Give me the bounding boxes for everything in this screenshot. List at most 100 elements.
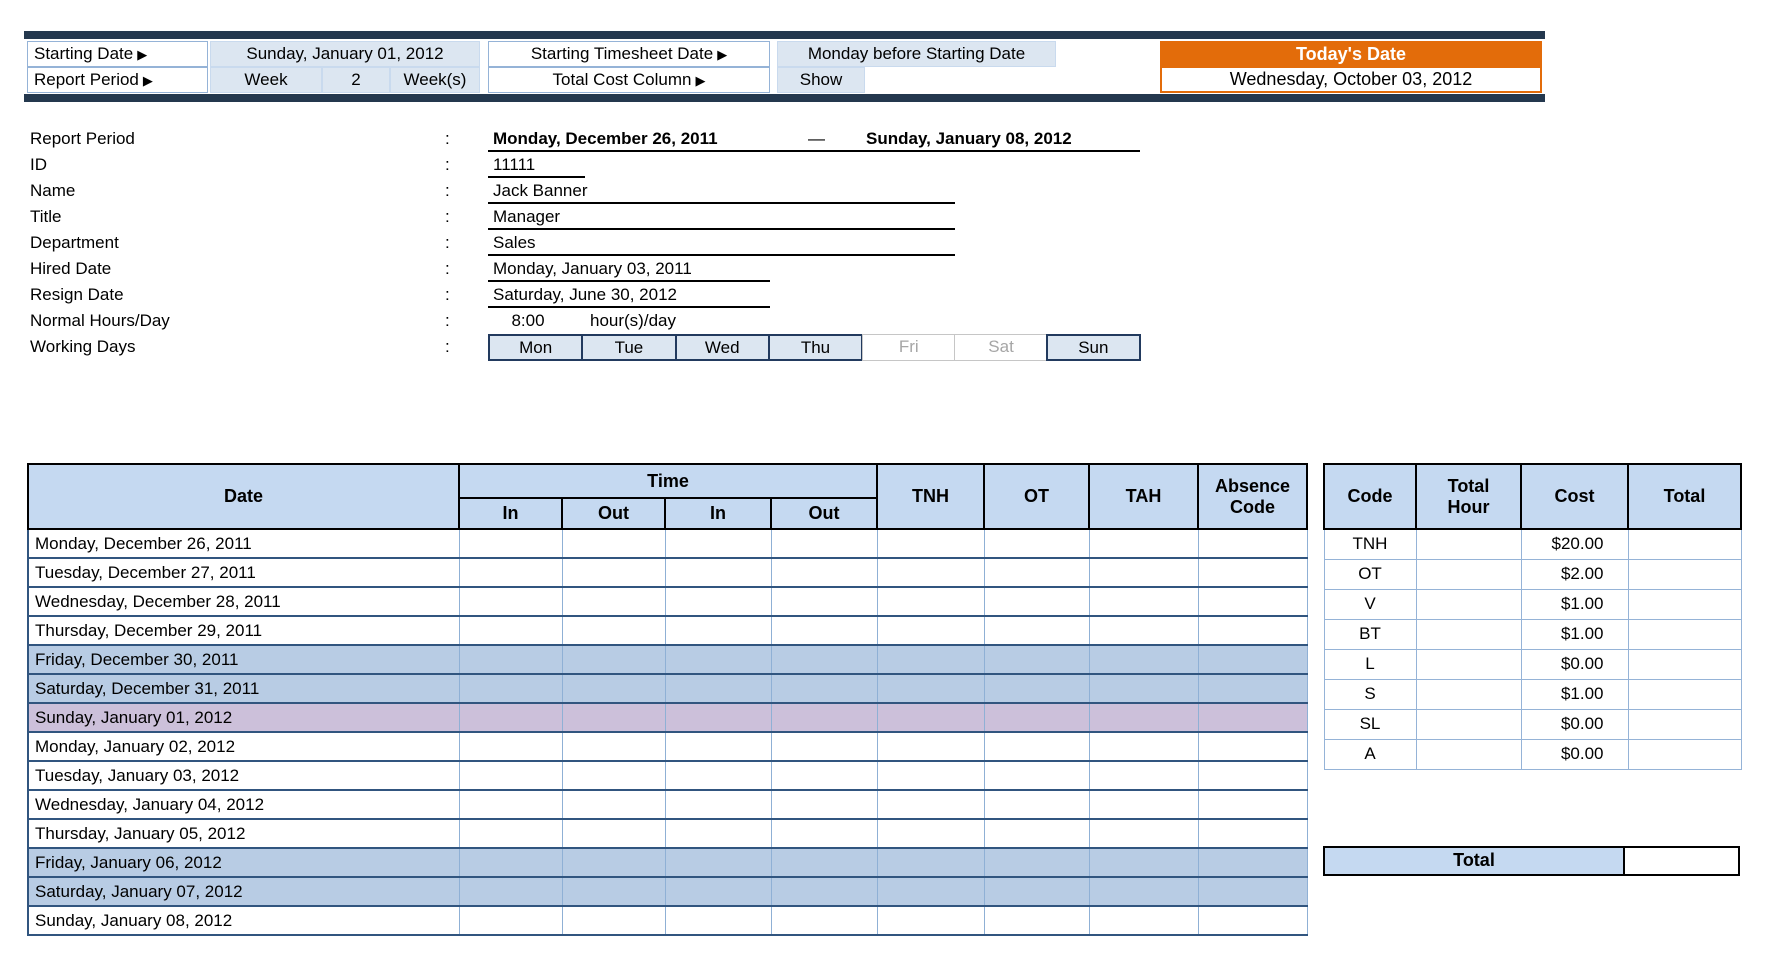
time-in2-cell[interactable] bbox=[665, 616, 772, 646]
working-day-wed[interactable]: Wed bbox=[674, 334, 770, 361]
absence-code-cell[interactable] bbox=[1198, 674, 1308, 704]
time-out1-cell[interactable] bbox=[562, 819, 666, 849]
name-field[interactable]: Jack Banner bbox=[488, 178, 955, 204]
cost-cell[interactable]: $2.00 bbox=[1521, 559, 1629, 590]
title-field[interactable]: Manager bbox=[488, 204, 955, 230]
time-out1-cell[interactable] bbox=[562, 703, 666, 733]
time-in1-cell[interactable] bbox=[459, 790, 563, 820]
time-out1-cell[interactable] bbox=[562, 616, 666, 646]
absence-code-cell[interactable] bbox=[1198, 616, 1308, 646]
working-day-thu[interactable]: Thu bbox=[767, 334, 864, 361]
time-out1-cell[interactable] bbox=[562, 732, 666, 762]
department-field[interactable]: Sales bbox=[488, 230, 955, 256]
time-out2-cell[interactable] bbox=[771, 790, 878, 820]
time-in2-cell[interactable] bbox=[665, 645, 772, 675]
time-out2-cell[interactable] bbox=[771, 819, 878, 849]
time-out1-cell[interactable] bbox=[562, 587, 666, 617]
time-in1-cell[interactable] bbox=[459, 819, 563, 849]
time-in2-cell[interactable] bbox=[665, 877, 772, 907]
total-cost-column-value-cell[interactable]: Show bbox=[777, 67, 865, 93]
time-out1-cell[interactable] bbox=[562, 674, 666, 704]
time-in1-cell[interactable] bbox=[459, 645, 563, 675]
absence-code-cell[interactable] bbox=[1198, 761, 1308, 791]
time-in2-cell[interactable] bbox=[665, 790, 772, 820]
time-out1-cell[interactable] bbox=[562, 645, 666, 675]
absence-code-cell[interactable] bbox=[1198, 587, 1308, 617]
time-in1-cell[interactable] bbox=[459, 848, 563, 878]
cost-cell[interactable]: $1.00 bbox=[1521, 619, 1629, 650]
time-in1-cell[interactable] bbox=[459, 703, 563, 733]
triangle-right-icon: ▶ bbox=[137, 47, 148, 62]
cost-cell[interactable]: $0.00 bbox=[1521, 709, 1629, 740]
time-out1-cell[interactable] bbox=[562, 790, 666, 820]
cost-cell[interactable]: $1.00 bbox=[1521, 589, 1629, 620]
absence-code-cell[interactable] bbox=[1198, 529, 1308, 559]
time-in1-cell[interactable] bbox=[459, 616, 563, 646]
time-out1-cell[interactable] bbox=[562, 848, 666, 878]
time-out2-cell[interactable] bbox=[771, 529, 878, 559]
time-in1-cell[interactable] bbox=[459, 732, 563, 762]
time-out2-cell[interactable] bbox=[771, 906, 878, 936]
working-day-sat[interactable]: Sat bbox=[954, 334, 1048, 361]
time-out2-cell[interactable] bbox=[771, 558, 878, 588]
time-out1-cell[interactable] bbox=[562, 877, 666, 907]
time-out1-cell[interactable] bbox=[562, 761, 666, 791]
time-in1-cell[interactable] bbox=[459, 674, 563, 704]
time-out2-cell[interactable] bbox=[771, 761, 878, 791]
id-field[interactable]: 11111 bbox=[488, 152, 585, 178]
time-in2-cell[interactable] bbox=[665, 703, 772, 733]
working-day-sun[interactable]: Sun bbox=[1045, 334, 1141, 361]
time-out2-cell[interactable] bbox=[771, 587, 878, 617]
time-out1-cell[interactable] bbox=[562, 529, 666, 559]
hired-date-field[interactable]: Monday, January 03, 2011 bbox=[488, 256, 770, 282]
working-day-fri[interactable]: Fri bbox=[862, 334, 956, 361]
time-out2-cell[interactable] bbox=[771, 732, 878, 762]
absence-code-cell[interactable] bbox=[1198, 790, 1308, 820]
timesheet-row: Tuesday, December 27, 2011 bbox=[27, 558, 1308, 588]
time-in1-cell[interactable] bbox=[459, 877, 563, 907]
time-in1-cell[interactable] bbox=[459, 906, 563, 936]
time-out2-cell[interactable] bbox=[771, 616, 878, 646]
cost-cell[interactable]: $0.00 bbox=[1521, 649, 1629, 680]
time-in2-cell[interactable] bbox=[665, 674, 772, 704]
time-in2-cell[interactable] bbox=[665, 819, 772, 849]
time-in2-cell[interactable] bbox=[665, 529, 772, 559]
absence-code-cell[interactable] bbox=[1198, 848, 1308, 878]
time-in1-cell[interactable] bbox=[459, 529, 563, 559]
starting-date-value-cell[interactable]: Sunday, January 01, 2012 bbox=[210, 41, 480, 67]
time-out2-cell[interactable] bbox=[771, 674, 878, 704]
time-in2-cell[interactable] bbox=[665, 848, 772, 878]
report-period-count-cell[interactable]: 2 bbox=[322, 67, 390, 93]
working-day-mon[interactable]: Mon bbox=[488, 334, 584, 361]
working-day-tue[interactable]: Tue bbox=[581, 334, 677, 361]
time-out2-cell[interactable] bbox=[771, 877, 878, 907]
cost-cell[interactable]: $0.00 bbox=[1521, 739, 1629, 770]
normal-hours-field[interactable]: 8:00 bbox=[488, 308, 568, 334]
time-in1-cell[interactable] bbox=[459, 761, 563, 791]
time-in1-cell[interactable] bbox=[459, 558, 563, 588]
time-out2-cell[interactable] bbox=[771, 703, 878, 733]
time-in2-cell[interactable] bbox=[665, 761, 772, 791]
time-out2-cell[interactable] bbox=[771, 645, 878, 675]
starting-timesheet-date-value-cell[interactable]: Monday before Starting Date bbox=[777, 41, 1056, 67]
time-out2-cell[interactable] bbox=[771, 848, 878, 878]
resign-date-field[interactable]: Saturday, June 30, 2012 bbox=[488, 282, 770, 308]
time-in2-cell[interactable] bbox=[665, 906, 772, 936]
time-in2-cell[interactable] bbox=[665, 732, 772, 762]
cost-cell[interactable]: $20.00 bbox=[1521, 529, 1629, 560]
time-in1-cell[interactable] bbox=[459, 587, 563, 617]
time-in2-cell[interactable] bbox=[665, 587, 772, 617]
time-out1-cell[interactable] bbox=[562, 558, 666, 588]
report-period-unit-cell[interactable]: Week bbox=[210, 67, 322, 93]
absence-code-cell[interactable] bbox=[1198, 819, 1308, 849]
total-hour-column-header: Total Hour bbox=[1415, 463, 1522, 530]
absence-code-cell[interactable] bbox=[1198, 732, 1308, 762]
absence-code-cell[interactable] bbox=[1198, 703, 1308, 733]
absence-code-cell[interactable] bbox=[1198, 906, 1308, 936]
absence-code-cell[interactable] bbox=[1198, 877, 1308, 907]
time-in2-cell[interactable] bbox=[665, 558, 772, 588]
cost-cell[interactable]: $1.00 bbox=[1521, 679, 1629, 710]
absence-code-cell[interactable] bbox=[1198, 558, 1308, 588]
time-out1-cell[interactable] bbox=[562, 906, 666, 936]
absence-code-cell[interactable] bbox=[1198, 645, 1308, 675]
